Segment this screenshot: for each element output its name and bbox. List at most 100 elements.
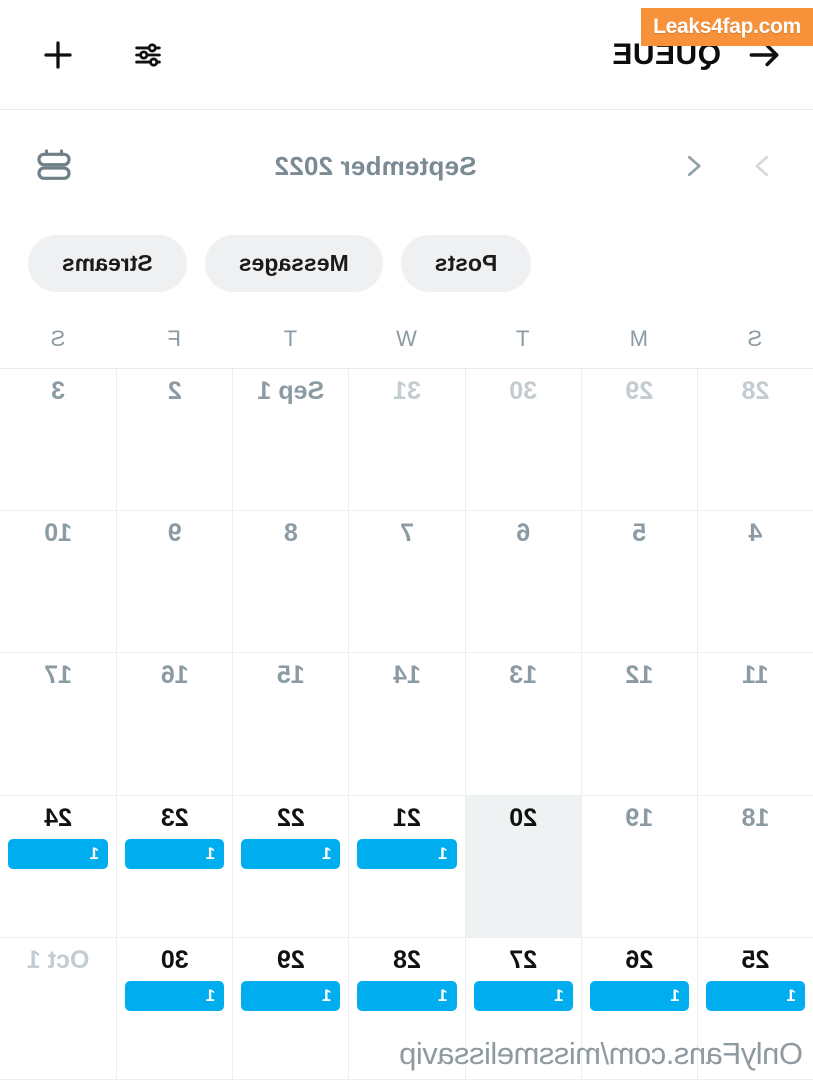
day-event-bar[interactable]: 1 (357, 838, 457, 869)
filter-chip-posts[interactable]: Posts (400, 234, 532, 292)
day-number: 28 (741, 377, 770, 405)
day-number: 30 (160, 945, 189, 974)
calendar-day-cell[interactable]: 13 (464, 653, 581, 796)
tune-sliders-icon[interactable] (124, 31, 172, 79)
day-number: 26 (625, 945, 654, 974)
weekday-label: T (515, 326, 530, 351)
weekday-label: S (747, 326, 763, 351)
day-number: 21 (393, 803, 421, 832)
day-number: Sep 1 (257, 377, 325, 405)
month-nav-group (671, 144, 785, 188)
day-event-count: 1 (438, 986, 448, 1006)
day-number: 13 (509, 661, 538, 690)
day-event-count: 1 (786, 986, 796, 1006)
day-number: Oct 1 (26, 945, 90, 974)
day-event-bar[interactable]: 1 (125, 980, 225, 1011)
calendar-day-cell[interactable]: 5 (580, 511, 697, 654)
calendar-grid: 28 29 30 31 Sep 1 2 3 4 5 6 7 8 9 10 11 12 13 14 15 16 17 18 1… (0, 368, 813, 1080)
day-number: 22 (276, 803, 305, 832)
calendar-day-cell[interactable]: 7 (348, 511, 465, 654)
page-title: QUEUE (611, 37, 721, 71)
calendar-day-cell[interactable]: 17 (0, 653, 117, 796)
weekday-label: T (283, 326, 298, 351)
day-number: 6 (516, 519, 531, 548)
day-event-bar[interactable]: 1 (357, 980, 457, 1011)
calendar-day-cell[interactable]: 2 (116, 369, 233, 512)
calendar-day-cell[interactable]: 25 1 (696, 937, 813, 1080)
calendar-day-cell[interactable]: 8 (232, 511, 349, 654)
day-event-bar[interactable]: 1 (8, 838, 109, 869)
calendar-icon[interactable] (28, 140, 80, 192)
calendar-day-cell[interactable]: 9 (116, 511, 233, 654)
calendar-day-cell[interactable]: 12 (580, 653, 697, 796)
day-event-bar[interactable]: 1 (125, 838, 225, 869)
calendar-day-cell[interactable]: 22 1 (232, 795, 349, 938)
calendar-day-cell[interactable]: 18 (696, 795, 813, 938)
calendar-day-cell[interactable]: Sep 1 (232, 369, 349, 512)
chevron-right-icon[interactable] (741, 144, 785, 188)
month-year-label: September 2022 (274, 150, 477, 181)
day-number: 23 (160, 803, 189, 832)
day-number: 25 (741, 945, 770, 974)
day-event-count: 1 (438, 844, 448, 864)
day-event-bar[interactable]: 1 (241, 838, 341, 869)
day-event-bar[interactable]: 1 (473, 980, 573, 1011)
day-event-count: 1 (554, 986, 564, 1006)
app-bar: QUEUE (0, 0, 813, 110)
calendar-day-cell[interactable]: 3 (0, 369, 117, 512)
calendar-day-cell[interactable]: 26 1 (580, 937, 697, 1080)
day-number: 24 (44, 803, 72, 832)
weekday-label: S (50, 326, 66, 351)
filter-chip-streams[interactable]: Streams (28, 234, 187, 292)
calendar-day-cell[interactable]: 30 1 (116, 937, 233, 1080)
calendar-day-cell[interactable]: 16 (116, 653, 233, 796)
day-number: 18 (741, 803, 770, 832)
calendar-day-cell[interactable]: 10 (0, 511, 117, 654)
calendar-day-cell[interactable]: 27 1 (464, 937, 581, 1080)
day-number: 30 (509, 377, 538, 405)
day-number: 11 (742, 661, 769, 690)
day-number: 7 (400, 519, 414, 548)
calendar-day-cell[interactable]: 11 (696, 653, 813, 796)
calendar-day-cell[interactable]: 6 (464, 511, 581, 654)
day-event-bar[interactable]: 1 (705, 980, 805, 1011)
day-event-count: 1 (670, 986, 680, 1006)
calendar-day-cell[interactable]: 28 1 (348, 937, 465, 1080)
day-number: 29 (625, 377, 654, 405)
day-number: 16 (160, 661, 189, 690)
calendar-day-cell[interactable]: 14 (348, 653, 465, 796)
day-event-bar[interactable]: 1 (589, 980, 689, 1011)
arrow-left-icon[interactable] (741, 32, 787, 78)
calendar-day-cell[interactable]: 19 (580, 795, 697, 938)
day-number: 15 (276, 661, 305, 690)
day-event-count: 1 (89, 844, 100, 864)
day-number: 12 (625, 661, 654, 690)
calendar-day-cell[interactable]: 21 1 (348, 795, 465, 938)
calendar-day-cell[interactable]: 23 1 (116, 795, 233, 938)
day-number: 8 (283, 519, 298, 548)
day-event-count: 1 (321, 986, 332, 1006)
app-screen: QUEUE September 2022 Posts Messages Stre… (0, 0, 813, 1080)
plus-icon[interactable] (34, 31, 82, 79)
calendar-day-cell[interactable]: 28 (696, 369, 813, 512)
calendar-day-cell[interactable]: 4 (696, 511, 813, 654)
day-number: 5 (632, 519, 647, 548)
day-event-count: 1 (205, 986, 216, 1006)
calendar-day-cell[interactable]: Oct 1 (0, 937, 117, 1080)
calendar-day-cell[interactable]: 31 (348, 369, 465, 512)
calendar-day-cell[interactable]: 15 (232, 653, 349, 796)
day-number: 29 (276, 945, 305, 974)
calendar-day-cell[interactable]: 20 (464, 795, 581, 938)
calendar-day-cell[interactable]: 29 1 (232, 937, 349, 1080)
chevron-left-icon[interactable] (671, 144, 715, 188)
calendar-day-cell[interactable]: 30 (464, 369, 581, 512)
filter-chip-row: Posts Messages Streams (0, 222, 813, 310)
day-number: 31 (393, 377, 421, 405)
calendar-day-cell[interactable]: 24 1 (0, 795, 117, 938)
day-event-bar[interactable]: 1 (241, 980, 341, 1011)
filter-chip-messages[interactable]: Messages (204, 234, 383, 292)
day-event-count: 1 (321, 844, 332, 864)
weekday-label: F (167, 326, 181, 351)
calendar-day-cell[interactable]: 29 (580, 369, 697, 512)
day-number: 14 (393, 661, 421, 690)
